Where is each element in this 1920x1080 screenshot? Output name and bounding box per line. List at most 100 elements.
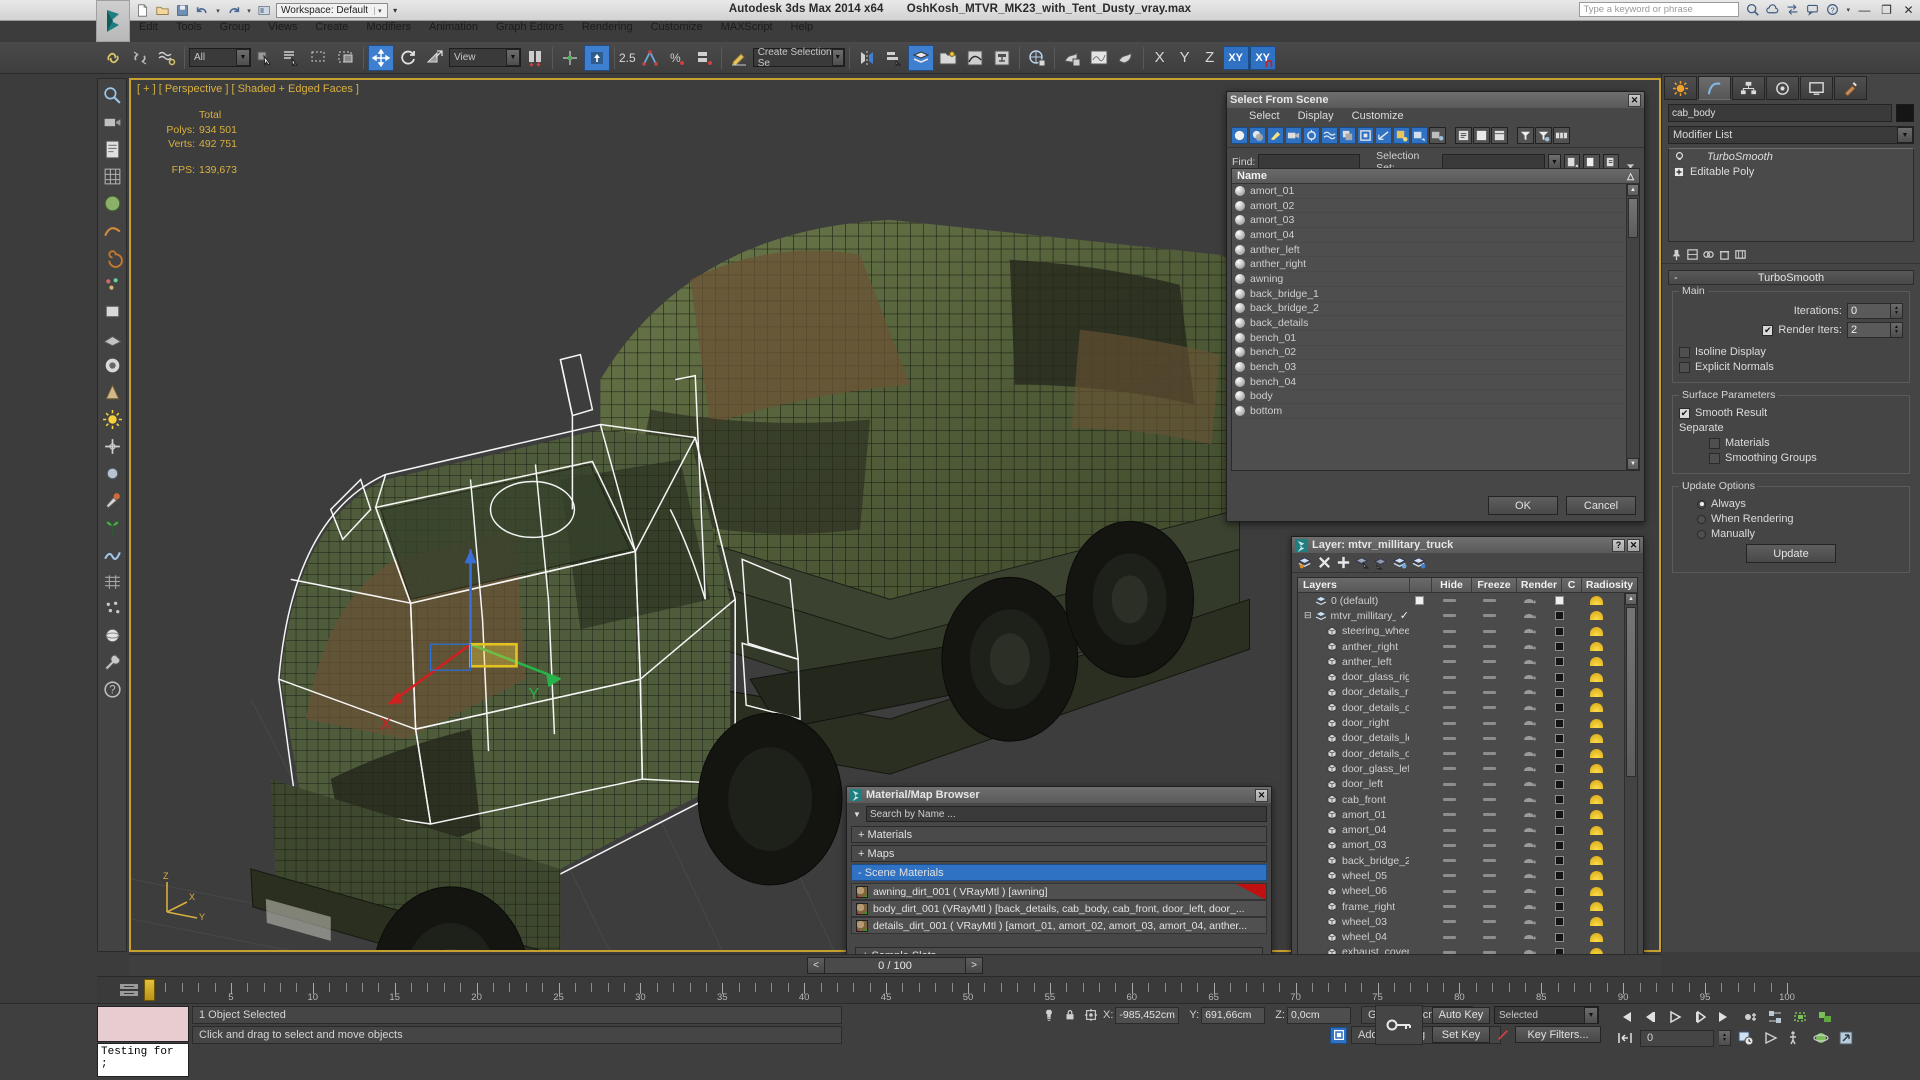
layer-name-cell[interactable]: cab_front <box>1298 794 1409 806</box>
freeze-cell[interactable] <box>1469 920 1509 924</box>
close-button[interactable]: ✕ <box>1901 3 1916 17</box>
color-cell[interactable] <box>1549 596 1569 606</box>
add-to-layer-icon[interactable] <box>1336 555 1351 570</box>
tool-zoom-icon[interactable] <box>99 82 125 108</box>
layer-color-swatch[interactable] <box>1554 718 1564 728</box>
add-selection-to-layer-icon[interactable] <box>1393 555 1408 570</box>
freeze-cell[interactable] <box>1469 614 1509 618</box>
radiosity-cell[interactable] <box>1569 749 1624 759</box>
teapot-icon[interactable] <box>1522 749 1536 759</box>
scene-object-row[interactable]: amort_04 <box>1232 228 1626 243</box>
tool-box-primitive-icon[interactable] <box>99 298 125 324</box>
use-transform-coordinate-center-icon[interactable] <box>584 44 610 71</box>
tool-helpers-icon[interactable] <box>99 433 125 459</box>
teapot-icon[interactable] <box>1522 642 1536 652</box>
freeze-cell[interactable] <box>1469 874 1509 878</box>
layer-rows[interactable]: 0 (default) ⊟ mtvr_millitary_truck✓ steerin… <box>1298 593 1624 974</box>
axis-constraint-y[interactable]: Y <box>1173 49 1197 66</box>
isolate-selection-icon[interactable] <box>1040 1007 1057 1024</box>
layer-row[interactable]: door_details_left <box>1298 731 1624 746</box>
layer-row[interactable]: back_bridge_2 <box>1298 853 1624 868</box>
rectangular-selection-region-icon[interactable] <box>306 45 332 71</box>
radiosity-cell[interactable] <box>1569 871 1624 881</box>
layer-manager-icon[interactable] <box>907 44 934 71</box>
collapse-icon[interactable]: - <box>1674 272 1678 284</box>
configure-modifier-sets-icon[interactable] <box>1734 248 1747 261</box>
color-cell[interactable] <box>1549 810 1569 820</box>
teapot-icon[interactable] <box>1522 687 1536 697</box>
axis-constraint-x[interactable]: X <box>1148 49 1172 66</box>
tool-mesh-icon[interactable] <box>99 568 125 594</box>
col-radiosity[interactable]: Radiosity <box>1582 578 1637 592</box>
pan-view-icon[interactable] <box>1761 1028 1781 1048</box>
key-filter-indicator-icon[interactable] <box>1494 1026 1511 1043</box>
color-cell[interactable] <box>1549 733 1569 743</box>
layer-row[interactable]: amort_04 <box>1298 822 1624 837</box>
render-cell[interactable] <box>1509 871 1549 881</box>
angle-snap-toggle-icon[interactable]: % <box>664 45 690 71</box>
freeze-toggle[interactable] <box>1482 935 1496 939</box>
tool-help-icon[interactable]: ? <box>99 676 125 702</box>
freeze-toggle[interactable] <box>1482 706 1496 710</box>
teapot-icon[interactable] <box>1522 917 1536 927</box>
scene-object-list[interactable]: Name △ amort_01 amort_02 amort_03 amort_04 a… <box>1231 168 1640 471</box>
teapot-icon[interactable] <box>1522 596 1536 606</box>
layer-color-swatch[interactable] <box>1554 932 1564 942</box>
separate-materials-checkbox[interactable] <box>1709 437 1720 449</box>
layer-name-cell[interactable]: wheel_05 <box>1298 870 1409 882</box>
go-to-start-icon[interactable] <box>1615 1007 1635 1027</box>
scene-object-row[interactable]: back_bridge_2 <box>1232 302 1626 317</box>
radiosity-cell[interactable] <box>1569 856 1624 866</box>
rendered-frame-window-icon[interactable] <box>1086 45 1112 71</box>
scene-object-row[interactable]: amort_03 <box>1232 213 1626 229</box>
freeze-cell[interactable] <box>1469 859 1509 863</box>
freeze-toggle[interactable] <box>1482 828 1496 832</box>
browser-options-icon[interactable]: ▼ <box>851 810 863 819</box>
freeze-cell[interactable] <box>1469 736 1509 740</box>
hide-toggle[interactable] <box>1442 706 1456 710</box>
layer-name-cell[interactable]: steering_wheel <box>1298 625 1409 637</box>
frame-display[interactable]: 0 / 100 <box>825 957 965 974</box>
hide-cell[interactable] <box>1429 843 1469 847</box>
freeze-toggle[interactable] <box>1482 614 1496 618</box>
hide-toggle[interactable] <box>1442 736 1456 740</box>
utilities-tab[interactable] <box>1834 76 1867 100</box>
layer-name-cell[interactable]: anther_left <box>1298 656 1409 668</box>
radiosity-cell[interactable] <box>1569 733 1624 743</box>
maxscript-mini-listener-input[interactable]: Testing for ; <box>97 1043 189 1077</box>
layer-color-swatch[interactable] <box>1554 657 1564 667</box>
color-cell[interactable] <box>1549 672 1569 682</box>
tool-cylinder-icon[interactable] <box>99 460 125 486</box>
radiosity-icon[interactable] <box>1590 902 1603 912</box>
cancel-button[interactable]: Cancel <box>1566 496 1636 515</box>
tool-wrench-icon[interactable] <box>99 649 125 675</box>
scroll-up-icon[interactable]: ▲ <box>1627 184 1639 196</box>
mirror-icon[interactable] <box>854 45 880 71</box>
radiosity-icon[interactable] <box>1590 596 1603 606</box>
layer-row[interactable]: wheel_03 <box>1298 914 1624 929</box>
color-cell[interactable] <box>1549 856 1569 866</box>
layer-color-swatch[interactable] <box>1554 886 1564 896</box>
freeze-toggle[interactable] <box>1482 752 1496 756</box>
close-icon[interactable]: ✕ <box>1255 788 1268 802</box>
scene-object-row[interactable]: back_bridge_1 <box>1232 287 1626 302</box>
hide-toggle[interactable] <box>1442 645 1456 649</box>
render-cell[interactable] <box>1509 932 1549 942</box>
list-scrollbar[interactable]: ▲ ▼ <box>1626 184 1639 470</box>
radiosity-icon[interactable] <box>1590 886 1603 896</box>
walkthrough-icon[interactable] <box>1786 1028 1806 1048</box>
teapot-icon[interactable] <box>1522 871 1536 881</box>
expand-collapse-icon[interactable]: ⊟ <box>1304 610 1312 621</box>
axis-constraint-xy[interactable]: XY <box>1222 45 1249 70</box>
columns-icon[interactable] <box>1553 127 1570 144</box>
freeze-cell[interactable] <box>1469 889 1509 893</box>
color-cell[interactable] <box>1549 657 1569 667</box>
object-color-swatch[interactable] <box>1896 104 1914 122</box>
layer-name-cell[interactable]: door_right <box>1298 717 1409 729</box>
col-freeze[interactable]: Freeze <box>1472 578 1517 592</box>
layer-row[interactable]: door_right <box>1298 715 1624 730</box>
tool-file-icon[interactable] <box>99 136 125 162</box>
freeze-toggle[interactable] <box>1482 843 1496 847</box>
layer-row[interactable]: frame_right <box>1298 899 1624 914</box>
menu-item-rendering[interactable]: Rendering <box>573 20 642 34</box>
